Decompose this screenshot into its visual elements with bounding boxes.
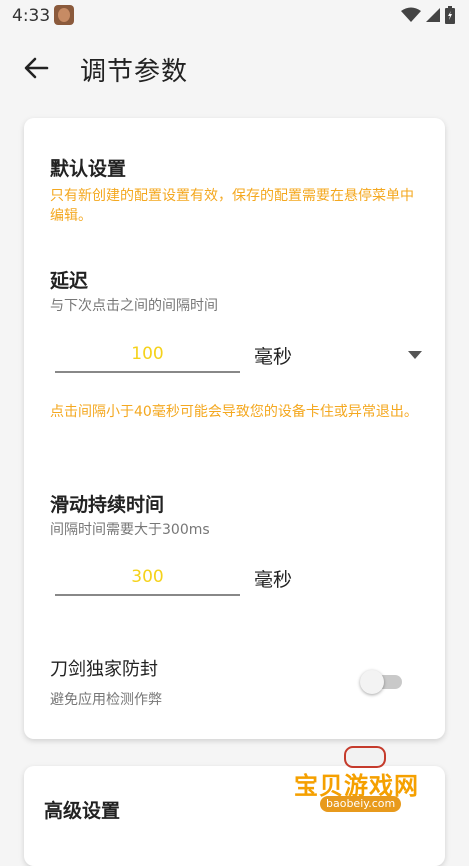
wifi-icon [401, 7, 421, 22]
notification-avatar-icon [54, 5, 74, 25]
delay-unit-dropdown[interactable]: 毫秒 [254, 338, 422, 372]
anti-ban-title: 刀剑独家防封 [50, 659, 158, 680]
delay-title: 延迟 [50, 270, 89, 292]
watermark-logo: 宝贝游戏网 baobeiy.com [290, 744, 440, 824]
status-icons [401, 6, 455, 24]
dropdown-arrow-icon [408, 351, 422, 359]
swipe-duration-unit: 毫秒 [254, 569, 293, 591]
delay-warning: 点击间隔小于40毫秒可能会导致您的设备卡住或异常退出。 [50, 404, 418, 420]
status-time: 4:33 [12, 6, 51, 26]
swipe-duration-title: 滑动持续时间 [50, 494, 165, 516]
page-title: 调节参数 [80, 57, 189, 87]
arrow-left-icon [24, 57, 49, 79]
delay-input[interactable] [55, 337, 240, 373]
gamepad-icon [344, 746, 386, 768]
delay-subtitle: 与下次点击之间的间隔时间 [50, 298, 218, 314]
anti-ban-toggle[interactable] [360, 670, 406, 694]
battery-icon [445, 6, 455, 24]
delay-unit-label: 毫秒 [254, 345, 293, 368]
top-app-bar: 调节参数 [0, 36, 469, 100]
advanced-settings-title: 高级设置 [44, 800, 121, 822]
signal-icon [426, 8, 440, 22]
toggle-thumb [360, 670, 384, 694]
status-bar: 4:33 [0, 0, 469, 32]
anti-ban-subtitle: 避免应用检测作弊 [50, 692, 162, 708]
default-settings-card: 默认设置 只有新创建的配置设置有效，保存的配置需要在悬停菜单中编辑。 延迟 与下… [24, 118, 445, 739]
back-button[interactable] [18, 50, 54, 86]
default-settings-note: 只有新创建的配置设置有效，保存的配置需要在悬停菜单中编辑。 [50, 188, 414, 224]
swipe-duration-input[interactable] [55, 560, 240, 596]
swipe-duration-subtitle: 间隔时间需要大于300ms [50, 522, 210, 538]
watermark-url: baobeiy.com [320, 796, 402, 812]
default-settings-title: 默认设置 [50, 158, 127, 180]
